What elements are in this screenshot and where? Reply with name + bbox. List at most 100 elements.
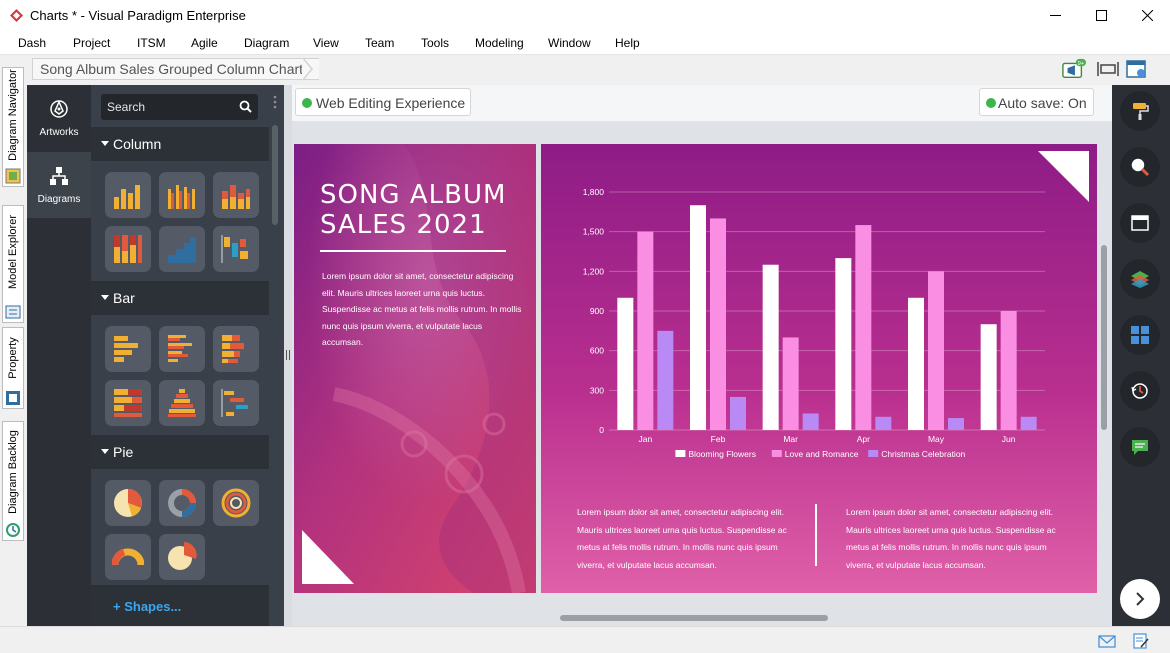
menu-window[interactable]: Window bbox=[548, 36, 591, 50]
status-dot-icon bbox=[302, 98, 312, 108]
chart-right-panel[interactable]: 0 300 600 900 1,200 1,500 1,800 Jan Feb Mar Apr May… bbox=[541, 144, 1097, 593]
notifications-button[interactable]: 9+ bbox=[1062, 58, 1086, 80]
format-painter-button[interactable] bbox=[1120, 91, 1160, 131]
menu-dash[interactable]: Dash bbox=[18, 36, 46, 50]
edit-document-icon[interactable] bbox=[1132, 633, 1150, 649]
exploded-pie-icon bbox=[168, 542, 197, 570]
shape-column-100[interactable] bbox=[105, 226, 151, 272]
bar bbox=[637, 231, 654, 430]
shape-pie-donut[interactable] bbox=[159, 480, 205, 526]
tab-model-explorer[interactable]: Model Explorer bbox=[2, 205, 24, 323]
tab-diagram-navigator-label: Diagram Navigator bbox=[7, 69, 19, 162]
minimize-button[interactable] bbox=[1032, 0, 1078, 31]
grid-layout-button[interactable] bbox=[1120, 315, 1160, 355]
panel-splitter[interactable] bbox=[284, 85, 292, 626]
bar bbox=[948, 418, 964, 430]
shape-bar-pyramid[interactable] bbox=[159, 380, 205, 426]
search-icon bbox=[239, 100, 252, 113]
shape-bar-stacked[interactable] bbox=[213, 326, 259, 372]
stacked-bar-icon bbox=[222, 335, 244, 363]
tab-diagram-backlog-label: Diagram Backlog bbox=[7, 429, 19, 514]
shape-column-basic[interactable] bbox=[105, 172, 151, 218]
x-tick-label: May bbox=[928, 434, 945, 444]
autosave-badge[interactable]: Auto save: On bbox=[979, 88, 1094, 116]
window-settings-icon bbox=[1126, 60, 1146, 78]
tab-diagram-navigator[interactable]: Diagram Navigator bbox=[2, 67, 24, 187]
shape-bar-grouped[interactable] bbox=[159, 326, 205, 372]
shape-pie-ring[interactable] bbox=[213, 480, 259, 526]
grouped-bar-icon bbox=[168, 335, 192, 362]
more-shapes-label: + Shapes... bbox=[113, 599, 182, 614]
poster-body-text: Lorem ipsum dolor sit amet, consectetur … bbox=[322, 271, 522, 347]
canvas-horizontal-scrollbar[interactable] bbox=[560, 615, 828, 621]
shape-column-stacked[interactable] bbox=[213, 172, 259, 218]
expand-panel-button[interactable] bbox=[1120, 579, 1160, 619]
menu-modeling[interactable]: Modeling bbox=[475, 36, 524, 50]
bar bbox=[782, 337, 799, 430]
history-button[interactable] bbox=[1120, 371, 1160, 411]
x-tick-label: Feb bbox=[711, 434, 726, 444]
shape-bar-gantt[interactable] bbox=[213, 380, 259, 426]
shape-pie-semi[interactable] bbox=[105, 534, 151, 580]
fit-diagram-button[interactable] bbox=[1096, 58, 1120, 80]
legend-swatch bbox=[771, 450, 782, 457]
footer-text-left: Lorem ipsum dolor sit amet, consectetur … bbox=[577, 507, 787, 570]
shape-column-grouped[interactable] bbox=[159, 172, 205, 218]
canvas-vertical-scrollbar[interactable] bbox=[1101, 245, 1107, 430]
poster-divider bbox=[320, 250, 506, 252]
category-column[interactable]: Column bbox=[91, 127, 269, 161]
left-dock-tabs: Diagram Navigator Model Explorer Propert… bbox=[0, 55, 27, 626]
title-bar: Charts * - Visual Paradigm Enterprise bbox=[0, 0, 1170, 31]
rail-artworks[interactable]: Artworks bbox=[27, 85, 91, 151]
hierarchy-icon bbox=[50, 167, 68, 185]
minimize-icon bbox=[1049, 15, 1061, 16]
menu-itsm[interactable]: ITSM bbox=[137, 36, 166, 50]
shape-pie-basic[interactable] bbox=[105, 480, 151, 526]
shapes-scrollbar[interactable] bbox=[272, 125, 278, 225]
menu-help[interactable]: Help bbox=[615, 36, 640, 50]
mail-icon[interactable] bbox=[1098, 633, 1116, 649]
breadcrumb-arrow-fill bbox=[302, 58, 311, 80]
menu-diagram[interactable]: Diagram bbox=[244, 36, 289, 50]
shape-bar-basic[interactable] bbox=[105, 326, 151, 372]
tab-diagram-backlog[interactable]: Diagram Backlog bbox=[2, 421, 24, 541]
chevron-down-icon bbox=[101, 295, 109, 300]
tab-property[interactable]: Property bbox=[2, 327, 24, 409]
menu-agile[interactable]: Agile bbox=[191, 36, 218, 50]
maximize-button[interactable] bbox=[1078, 0, 1124, 31]
shape-column-gantt[interactable] bbox=[213, 226, 259, 272]
bar bbox=[1000, 311, 1017, 430]
menu-project[interactable]: Project bbox=[73, 36, 110, 50]
shape-column-step[interactable] bbox=[159, 226, 205, 272]
menu-team[interactable]: Team bbox=[365, 36, 394, 50]
rail-diagrams[interactable]: Diagrams bbox=[27, 152, 91, 218]
diagram-canvas[interactable]: Web Editing Experience Auto save: On SON… bbox=[292, 85, 1112, 626]
zoom-button[interactable] bbox=[1120, 147, 1160, 187]
magnifier-icon bbox=[1131, 158, 1150, 177]
more-shapes-link[interactable]: + Shapes... bbox=[91, 585, 269, 626]
category-pie[interactable]: Pie bbox=[91, 435, 269, 469]
clock-history-icon bbox=[1131, 383, 1148, 399]
chevron-down-icon bbox=[101, 449, 109, 454]
window-button[interactable] bbox=[1120, 203, 1160, 243]
web-editing-badge[interactable]: Web Editing Experience bbox=[295, 88, 471, 116]
search-input[interactable]: Search bbox=[101, 94, 258, 120]
layers-button[interactable] bbox=[1120, 259, 1160, 299]
category-bar[interactable]: Bar bbox=[91, 281, 269, 315]
search-placeholder: Search bbox=[107, 100, 146, 114]
menu-tools[interactable]: Tools bbox=[421, 36, 449, 50]
comments-button[interactable] bbox=[1120, 427, 1160, 467]
semi-donut-icon bbox=[112, 548, 144, 566]
breadcrumb[interactable]: Song Album Sales Grouped Column Chart bbox=[32, 58, 320, 80]
properties-window-button[interactable] bbox=[1125, 58, 1149, 80]
model-explorer-icon bbox=[5, 305, 21, 319]
shape-bar-100[interactable] bbox=[105, 380, 151, 426]
gantt-bar-icon bbox=[221, 389, 248, 417]
panel-menu-icon[interactable] bbox=[273, 95, 277, 109]
close-button[interactable] bbox=[1124, 0, 1170, 31]
rail-diagrams-label: Diagrams bbox=[37, 194, 81, 205]
shape-pie-exploded[interactable] bbox=[159, 534, 205, 580]
poster-left-panel[interactable]: SONG ALBUM SALES 2021 Lorem ipsum dolor … bbox=[294, 144, 536, 593]
stacked-column-icon bbox=[222, 185, 250, 209]
menu-view[interactable]: View bbox=[313, 36, 339, 50]
